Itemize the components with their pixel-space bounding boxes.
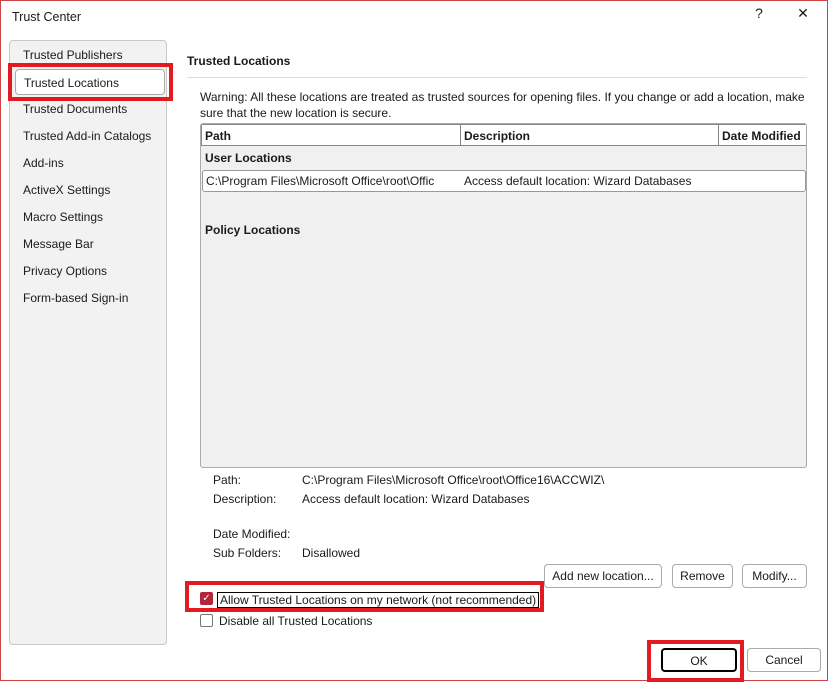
section-heading: Trusted Locations [187, 54, 291, 68]
help-icon[interactable]: ? [745, 5, 773, 21]
sidebar-item-activex-settings[interactable]: ActiveX Settings [15, 177, 165, 203]
path-label: Path: [213, 473, 242, 487]
table-row[interactable]: C:\Program Files\Microsoft Office\root\O… [202, 170, 806, 192]
sidebar-item-trusted-publishers[interactable]: Trusted Publishers [15, 42, 165, 68]
sidebar-item-trusted-locations[interactable]: Trusted Locations [15, 69, 165, 95]
remove-button[interactable]: Remove [672, 564, 733, 588]
modify-button[interactable]: Modify... [742, 564, 807, 588]
disable-all-label[interactable]: Disable all Trusted Locations [219, 614, 372, 628]
path-value: C:\Program Files\Microsoft Office\root\O… [302, 473, 605, 487]
row-description: Access default location: Wizard Database… [464, 174, 692, 188]
disable-all-checkbox[interactable] [200, 614, 213, 627]
sidebar-item-message-bar[interactable]: Message Bar [15, 231, 165, 257]
group-policy-locations: Policy Locations [205, 223, 301, 237]
divider [187, 77, 807, 78]
description-value: Access default location: Wizard Database… [302, 492, 530, 506]
dialog-title: Trust Center [12, 10, 82, 24]
trust-center-dialog: Trust Center ? ✕ Trusted Publishers Trus… [0, 0, 828, 682]
group-user-locations: User Locations [205, 151, 292, 165]
description-label: Description: [213, 492, 277, 506]
column-header-path[interactable]: Path [201, 124, 461, 146]
sidebar-item-privacy-options[interactable]: Privacy Options [15, 258, 165, 284]
cancel-button[interactable]: Cancel [747, 648, 821, 672]
column-header-description[interactable]: Description [460, 124, 719, 146]
sub-folders-value: Disallowed [302, 546, 361, 560]
row-path: C:\Program Files\Microsoft Office\root\O… [206, 174, 435, 188]
allow-network-checkbox[interactable]: ✓ [200, 592, 213, 605]
column-header-date-modified[interactable]: Date Modified [718, 124, 806, 146]
add-new-location-button[interactable]: Add new location... [544, 564, 662, 588]
sidebar-item-trusted-addin-catalogs[interactable]: Trusted Add-in Catalogs [15, 123, 165, 149]
warning-text: Warning: All these locations are treated… [200, 90, 805, 120]
ok-button[interactable]: OK [661, 648, 737, 672]
sidebar-item-form-based-sign-in[interactable]: Form-based Sign-in [15, 285, 165, 311]
locations-table[interactable]: Path Description Date Modified User Loca… [200, 123, 807, 468]
allow-network-label[interactable]: Allow Trusted Locations on my network (n… [217, 592, 540, 608]
sidebar-item-trusted-documents[interactable]: Trusted Documents [15, 96, 165, 122]
sidebar-item-addins[interactable]: Add-ins [15, 150, 165, 176]
sub-folders-label: Sub Folders: [213, 546, 282, 560]
close-icon[interactable]: ✕ [789, 5, 817, 22]
sidebar-item-macro-settings[interactable]: Macro Settings [15, 204, 165, 230]
date-modified-label: Date Modified: [213, 527, 291, 541]
